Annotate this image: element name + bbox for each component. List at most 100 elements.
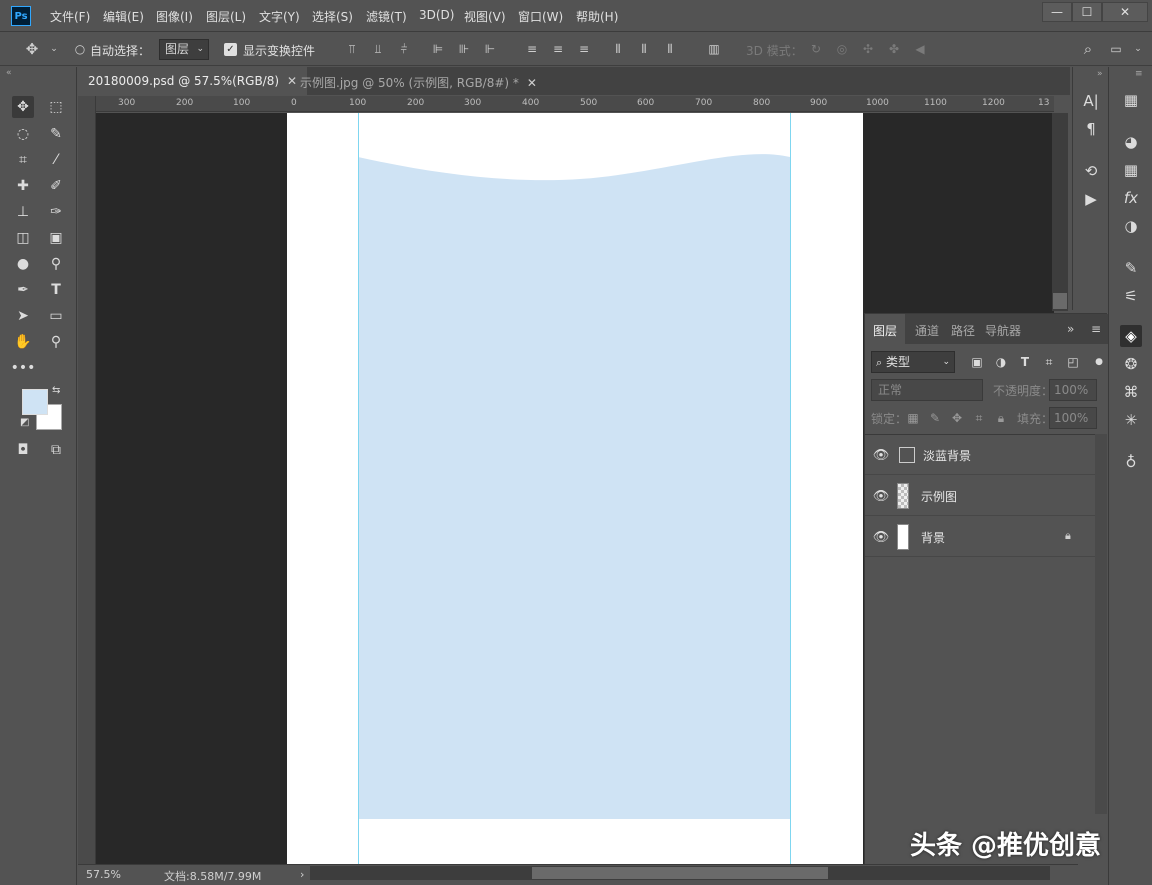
history-brush-tool-icon[interactable]: ✑ bbox=[45, 201, 67, 223]
guide-line-left[interactable] bbox=[358, 113, 359, 864]
dodge-tool-icon[interactable]: ⚲ bbox=[45, 253, 67, 275]
filter-adjustment-icon[interactable]: ◑ bbox=[993, 354, 1009, 370]
align-vcenter-icon[interactable]: ⫫ bbox=[370, 41, 386, 57]
layers-panel-icon[interactable]: ◈ bbox=[1120, 325, 1142, 347]
auto-align-icon[interactable]: ▥ bbox=[706, 41, 722, 57]
menu-view[interactable]: 视图(V) bbox=[464, 8, 506, 25]
distribute-right-icon[interactable]: ⦀ bbox=[662, 41, 678, 57]
collapse-arrows-icon[interactable]: » bbox=[1097, 69, 1103, 79]
horizontal-scrollbar-thumb[interactable] bbox=[532, 867, 828, 879]
3d-slide-icon[interactable]: ✤ bbox=[886, 41, 902, 57]
lasso-tool-icon[interactable]: ◌ bbox=[12, 123, 34, 145]
3d-scale-icon[interactable]: ◀ bbox=[912, 41, 928, 57]
show-transform-checkbox[interactable]: ✓ bbox=[224, 43, 237, 56]
swap-colors-icon[interactable]: ⇆ bbox=[52, 385, 60, 396]
adjustments-panel-icon[interactable]: ◑ bbox=[1120, 215, 1142, 237]
layer-row[interactable]: 👁︎ 示例图 bbox=[865, 476, 1095, 516]
distribute-bottom-icon[interactable]: ≡ bbox=[576, 41, 592, 57]
zoom-tool-icon[interactable]: ⚲ bbox=[45, 331, 67, 353]
marquee-tool-icon[interactable]: ⬚ bbox=[45, 96, 67, 118]
gradient-tool-icon[interactable]: ▣ bbox=[45, 227, 67, 249]
pen-tool-icon[interactable]: ✒ bbox=[12, 279, 34, 301]
menu-help[interactable]: 帮助(H) bbox=[576, 8, 618, 25]
menu-file[interactable]: 文件(F) bbox=[50, 8, 90, 25]
chevron-down-icon[interactable]: ⌄ bbox=[46, 41, 62, 57]
paragraph-panel-icon[interactable]: ¶ bbox=[1081, 119, 1101, 139]
blend-mode-dropdown[interactable]: 正常 bbox=[871, 379, 983, 401]
minimize-button[interactable]: — bbox=[1042, 2, 1072, 22]
tab-navigator[interactable]: 导航器 bbox=[985, 322, 1021, 339]
align-top-icon[interactable]: ⫪ bbox=[344, 41, 360, 57]
layer-filter-dropdown[interactable]: ⌕ 类型 ⌄ bbox=[871, 351, 955, 373]
layer-name[interactable]: 示例图 bbox=[921, 488, 957, 505]
align-right-icon[interactable]: ⊩ bbox=[482, 41, 498, 57]
navigator-panel-icon[interactable]: ✳ bbox=[1120, 409, 1142, 431]
distribute-vcenter-icon[interactable]: ≡ bbox=[550, 41, 566, 57]
tab-paths[interactable]: 路径 bbox=[951, 322, 975, 339]
foreground-color-swatch[interactable] bbox=[22, 389, 48, 415]
menu-window[interactable]: 窗口(W) bbox=[518, 8, 563, 25]
quick-select-tool-icon[interactable]: ✎ bbox=[45, 123, 67, 145]
path-select-tool-icon[interactable]: ➤ bbox=[12, 305, 34, 327]
panel-menu-icon[interactable]: ≡ bbox=[1091, 322, 1101, 336]
paths-panel-icon[interactable]: ⌘ bbox=[1120, 381, 1142, 403]
type-tool-icon[interactable]: T bbox=[45, 279, 67, 301]
layer-row[interactable]: 👁︎ 背景 🔒︎ bbox=[865, 517, 1095, 557]
filter-type-icon[interactable]: T bbox=[1017, 354, 1033, 370]
move-tool-icon[interactable]: ✥ bbox=[12, 96, 34, 118]
more-panels-icon[interactable]: » bbox=[1067, 322, 1074, 336]
default-colors-icon[interactable]: ◩ bbox=[20, 417, 29, 428]
blur-tool-icon[interactable]: ● bbox=[12, 253, 34, 275]
eraser-tool-icon[interactable]: ◫ bbox=[12, 227, 34, 249]
status-arrow-icon[interactable]: › bbox=[300, 868, 304, 881]
history-panel-icon[interactable]: ⟲ bbox=[1081, 161, 1101, 181]
filter-shape-icon[interactable]: ⌗ bbox=[1041, 354, 1057, 370]
tab-20180009-psd[interactable]: 20180009.psd @ 57.5%(RGB/8) ✕ bbox=[78, 67, 308, 95]
quick-mask-icon[interactable]: ◘ bbox=[12, 439, 34, 461]
lock-image-icon[interactable]: ✎ bbox=[927, 410, 943, 426]
filter-toggle-icon[interactable]: ● bbox=[1091, 354, 1107, 370]
tab-channels[interactable]: 通道 bbox=[915, 322, 939, 339]
auto-select-dropdown[interactable]: 图层 ⌄ bbox=[159, 39, 209, 60]
screen-mode-icon[interactable]: ⧉ bbox=[45, 439, 67, 461]
healing-brush-tool-icon[interactable]: ✚ bbox=[12, 175, 34, 197]
auto-select-checkbox[interactable]: ○ bbox=[72, 41, 88, 57]
distribute-top-icon[interactable]: ≡ bbox=[524, 41, 540, 57]
layers-scrollbar[interactable] bbox=[1095, 434, 1107, 814]
menu-layer[interactable]: 图层(L) bbox=[206, 8, 246, 25]
3d-pan-icon[interactable]: ✣ bbox=[860, 41, 876, 57]
3d-rotate-icon[interactable]: ↻ bbox=[808, 41, 824, 57]
lock-artboard-icon[interactable]: ⌗ bbox=[971, 410, 987, 426]
menu-edit[interactable]: 编辑(E) bbox=[103, 8, 144, 25]
filter-smart-object-icon[interactable]: ◰ bbox=[1065, 354, 1081, 370]
menu-filter[interactable]: 滤镜(T) bbox=[366, 8, 407, 25]
align-left-icon[interactable]: ⊫ bbox=[430, 41, 446, 57]
collapse-arrows-icon[interactable]: ≡ bbox=[1135, 69, 1143, 79]
menu-3d[interactable]: 3D(D) bbox=[419, 8, 454, 22]
lock-transparent-icon[interactable]: ▦ bbox=[905, 410, 921, 426]
channels-panel-icon[interactable]: ❂ bbox=[1120, 353, 1142, 375]
visibility-eye-icon[interactable]: 👁︎ bbox=[873, 488, 890, 504]
swatches-panel-icon[interactable]: ▦ bbox=[1120, 159, 1142, 181]
properties-panel-icon[interactable]: ⚟ bbox=[1120, 285, 1142, 307]
search-icon[interactable]: ⌕ bbox=[1080, 40, 1096, 58]
layer-row[interactable]: 👁︎ 淡蓝背景 bbox=[865, 435, 1095, 475]
crop-tool-icon[interactable]: ⌗ bbox=[12, 149, 34, 171]
collapse-arrows-icon[interactable]: « bbox=[6, 68, 12, 78]
guide-line-right[interactable] bbox=[790, 113, 791, 864]
brushes-panel-icon[interactable]: ✎ bbox=[1120, 257, 1142, 279]
lock-position-icon[interactable]: ✥ bbox=[949, 410, 965, 426]
lock-all-icon[interactable]: 🔒︎ bbox=[993, 410, 1009, 426]
close-button[interactable]: ✕ bbox=[1102, 2, 1148, 22]
opacity-input[interactable]: 100% bbox=[1049, 379, 1097, 401]
vertical-scrollbar-thumb[interactable] bbox=[1053, 293, 1067, 309]
align-hcenter-icon[interactable]: ⊪ bbox=[456, 41, 472, 57]
distribute-left-icon[interactable]: ⦀ bbox=[610, 41, 626, 57]
rectangle-tool-icon[interactable]: ▭ bbox=[45, 305, 67, 327]
chevron-down-icon[interactable]: ⌄ bbox=[1130, 41, 1146, 57]
layer-name[interactable]: 背景 bbox=[921, 529, 945, 546]
move-tool-preset-icon[interactable]: ✥ bbox=[24, 40, 40, 58]
tab-layers[interactable]: 图层 bbox=[865, 314, 906, 344]
libraries-icon[interactable]: ▦ bbox=[1120, 89, 1142, 111]
styles-panel-icon[interactable]: fx bbox=[1120, 187, 1142, 209]
